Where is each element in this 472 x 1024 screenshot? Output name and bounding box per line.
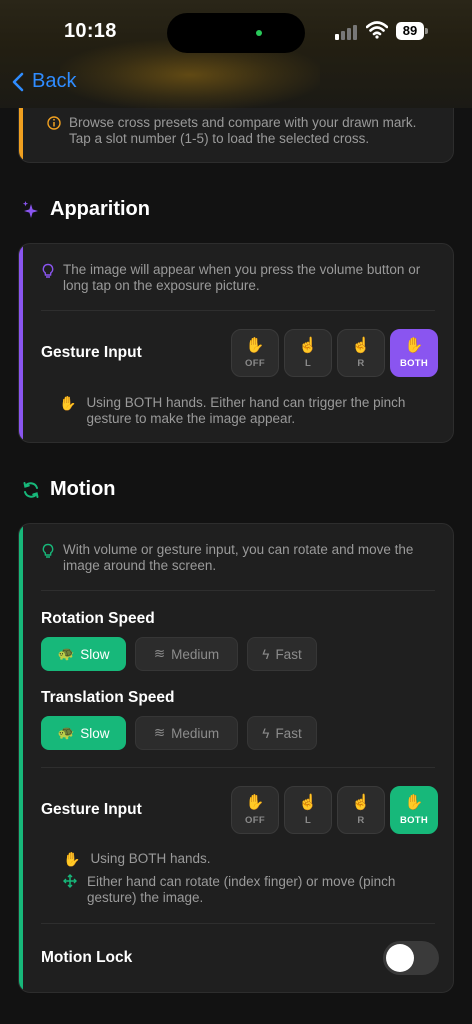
- hand-pinch-icon: ☝: [298, 337, 318, 354]
- toggle-knob: [386, 944, 414, 972]
- translation-speed-selector: 🐢 Slow ≋ Medium ϟ Fast: [41, 716, 326, 750]
- translation-slow-button[interactable]: 🐢 Slow: [41, 716, 126, 750]
- motion-card: With volume or gesture input, you can ro…: [18, 523, 454, 993]
- presets-note: Browse cross presets and compare with yo…: [69, 115, 417, 146]
- sparkles-icon: [22, 200, 40, 220]
- battery-level: 89: [396, 22, 424, 40]
- hand-pinch-icon: ☝: [298, 794, 318, 811]
- hare-icon: ≋: [153, 725, 166, 740]
- motion-hint-detail: Either hand can rotate (index finger) or…: [87, 874, 396, 905]
- card-accent-bar: [19, 244, 23, 442]
- hands-both-icon: ✋: [404, 337, 424, 354]
- bolt-icon: ϟ: [262, 646, 270, 662]
- rotation-speed-selector: 🐢 Slow ≋ Medium ϟ Fast: [41, 637, 326, 671]
- battery-icon: 89: [396, 22, 428, 40]
- motion-hint-hands: Using BOTH hands.: [90, 851, 211, 866]
- lightbulb-icon: [41, 543, 55, 563]
- apparition-card: The image will appear when you press the…: [18, 243, 454, 443]
- gesture-right-button[interactable]: ☝ R: [337, 786, 385, 834]
- gesture-left-button[interactable]: ☝ L: [284, 786, 332, 834]
- rotation-medium-button[interactable]: ≋ Medium: [135, 637, 238, 671]
- rotation-fast-button[interactable]: ϟ Fast: [247, 637, 317, 671]
- rotation-slow-button[interactable]: 🐢 Slow: [41, 637, 126, 671]
- apparition-gesture-label: Gesture Input: [41, 344, 142, 361]
- hands-both-icon: ✋: [404, 794, 424, 811]
- chevron-left-icon: [12, 72, 24, 91]
- apparition-title: Apparition: [50, 198, 150, 220]
- gesture-left-button[interactable]: ☝ L: [284, 329, 332, 377]
- hand-off-icon: ✋: [245, 337, 265, 354]
- divider: [41, 590, 435, 591]
- apparition-gesture-selector: ✋ OFF ☝ L ☝ R ✋ BOTH: [231, 329, 438, 377]
- bolt-icon: ϟ: [262, 725, 270, 741]
- divider: [41, 767, 435, 768]
- turtle-icon: 🐢: [57, 646, 75, 661]
- status-time: 10:18: [64, 20, 117, 42]
- back-label: Back: [32, 70, 77, 92]
- motion-heading: Motion: [22, 478, 116, 501]
- lightbulb-icon: [41, 263, 55, 283]
- rotate-arrows-icon: [22, 481, 40, 499]
- motion-note: With volume or gesture input, you can ro…: [63, 542, 414, 573]
- rotation-speed-label: Rotation Speed: [41, 610, 155, 627]
- turtle-icon: 🐢: [57, 725, 75, 740]
- motion-gesture-label: Gesture Input: [41, 801, 142, 818]
- gesture-right-button[interactable]: ☝ R: [337, 329, 385, 377]
- translation-fast-button[interactable]: ϟ Fast: [247, 716, 317, 750]
- back-button[interactable]: Back: [12, 70, 76, 93]
- motion-title: Motion: [50, 478, 116, 500]
- waving-hands-icon: ✋: [59, 395, 77, 411]
- wifi-icon: [365, 21, 389, 39]
- hand-off-icon: ✋: [245, 794, 265, 811]
- navigation-header: 10:18 89 Back: [0, 0, 472, 110]
- motion-lock-label: Motion Lock: [41, 949, 133, 966]
- hand-pinch-icon: ☝: [351, 337, 371, 354]
- gesture-both-button[interactable]: ✋ BOTH: [390, 786, 438, 834]
- card-accent-bar: [19, 524, 23, 992]
- motion-gesture-selector: ✋ OFF ☝ L ☝ R ✋ BOTH: [231, 786, 438, 834]
- hand-pinch-icon: ☝: [351, 794, 371, 811]
- camera-indicator-icon: [256, 30, 262, 36]
- waving-hands-icon: ✋: [63, 851, 81, 867]
- gesture-off-button[interactable]: ✋ OFF: [231, 786, 279, 834]
- cellular-signal-icon: [335, 24, 361, 40]
- info-icon: [47, 116, 61, 134]
- apparition-heading: Apparition: [22, 198, 150, 221]
- translation-speed-label: Translation Speed: [41, 689, 175, 706]
- divider: [41, 310, 435, 311]
- motion-lock-toggle[interactable]: [383, 941, 439, 975]
- move-arrows-icon: [63, 874, 77, 892]
- apparition-hint: Using BOTH hands. Either hand can trigge…: [86, 395, 406, 426]
- translation-medium-button[interactable]: ≋ Medium: [135, 716, 238, 750]
- apparition-note: The image will appear when you press the…: [63, 262, 421, 293]
- dynamic-island: [167, 13, 305, 53]
- divider: [41, 923, 435, 924]
- gesture-off-button[interactable]: ✋ OFF: [231, 329, 279, 377]
- hare-icon: ≋: [153, 646, 166, 661]
- gesture-both-button[interactable]: ✋ BOTH: [390, 329, 438, 377]
